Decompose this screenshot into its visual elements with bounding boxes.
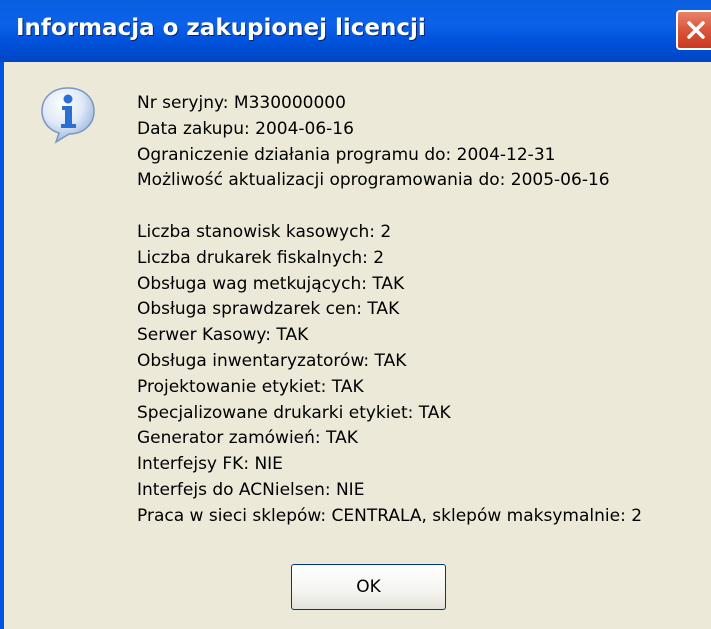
license-detail-line: Obsługa inwentaryzatorów: TAK bbox=[137, 350, 407, 371]
license-detail-line: Obsługa wag metkujących: TAK bbox=[137, 273, 405, 294]
license-detail-line: Generator zamówień: TAK bbox=[137, 428, 358, 449]
license-detail-line: Możliwość aktualizacji oprogramowania do… bbox=[137, 170, 610, 191]
license-detail-line: Liczba drukarek fiskalnych: 2 bbox=[137, 247, 385, 268]
license-detail-line: Serwer Kasowy: TAK bbox=[137, 325, 309, 346]
close-button[interactable] bbox=[676, 10, 711, 50]
license-detail-line: Interfejsy FK: NIE bbox=[137, 454, 283, 475]
license-detail-line: Specjalizowane drukarki etykiet: TAK bbox=[137, 402, 451, 423]
license-detail-line: Praca w sieci sklepów: CENTRALA, sklepów… bbox=[137, 505, 643, 526]
window-title: Informacja o zakupionej licencji bbox=[16, 15, 426, 41]
title-bar[interactable]: Informacja o zakupionej licencji bbox=[0, 0, 711, 62]
license-detail-line: Nr seryjny: M330000000 bbox=[137, 93, 346, 113]
license-detail-line: Liczba stanowisk kasowych: 2 bbox=[137, 221, 392, 242]
spacer bbox=[137, 194, 642, 220]
license-info-dialog: Informacja o zakupionej licencji i Nr se… bbox=[0, 0, 711, 629]
license-details-list: Nr seryjny: M330000000 Data zakupu: 2004-… bbox=[137, 91, 642, 530]
license-detail-line: Projektowanie etykiet: TAK bbox=[137, 376, 364, 397]
information-icon: i bbox=[41, 87, 95, 144]
license-detail-line: Interfejs do ACNielsen: NIE bbox=[137, 479, 365, 500]
license-detail-line: Data zakupu: 2004-06-16 bbox=[137, 118, 354, 139]
close-icon bbox=[687, 21, 705, 39]
ok-button[interactable]: OK bbox=[291, 564, 446, 610]
license-detail-line: Ograniczenie działania programu do: 2004… bbox=[137, 144, 556, 165]
license-detail-line: Obsługa sprawdzarek cen: TAK bbox=[137, 299, 400, 320]
